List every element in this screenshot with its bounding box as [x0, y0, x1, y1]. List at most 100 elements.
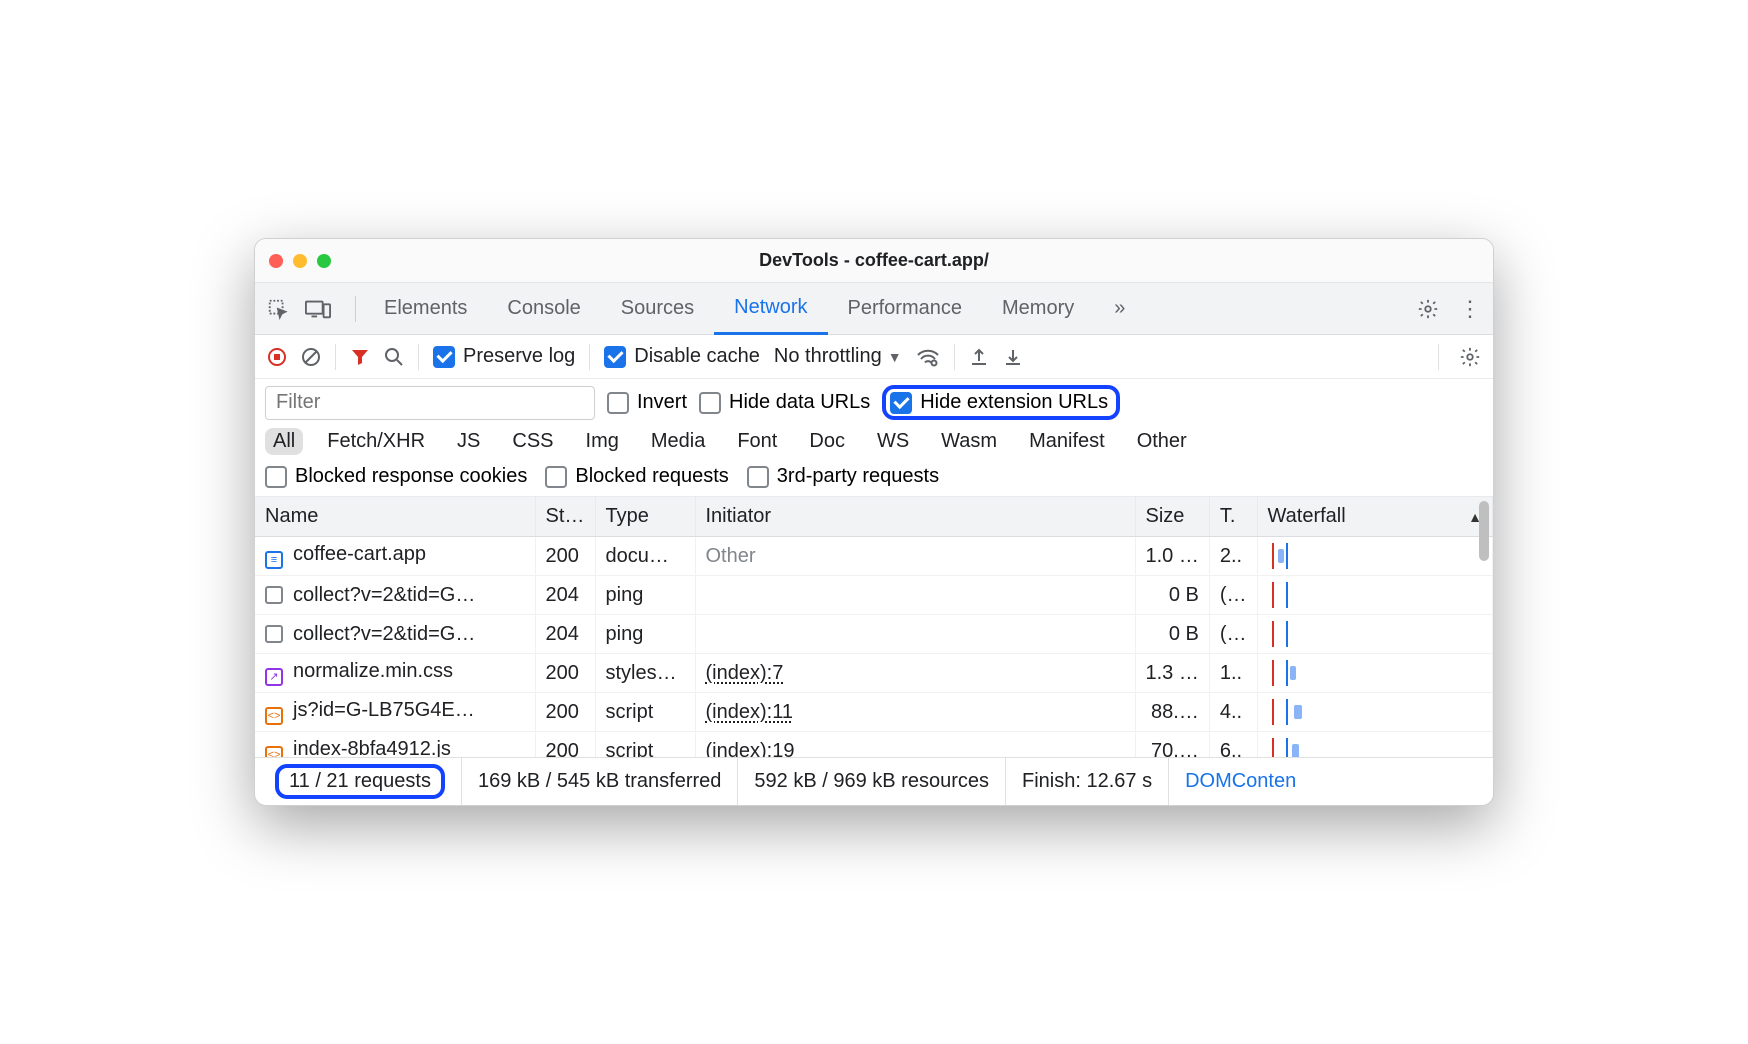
disable-cache-checkbox[interactable]: Disable cache [604, 345, 760, 368]
cell-waterfall [1257, 576, 1492, 615]
filter-wasm[interactable]: Wasm [933, 428, 1005, 455]
import-har-icon[interactable] [1003, 347, 1023, 367]
filter-ws[interactable]: WS [869, 428, 917, 455]
load-line [1286, 660, 1288, 686]
network-conditions-icon[interactable] [916, 347, 940, 367]
status-bar: 11 / 21 requests 169 kB / 545 kB transfe… [255, 757, 1493, 805]
filter-img[interactable]: Img [578, 428, 627, 455]
titlebar: DevTools - coffee-cart.app/ [255, 239, 1493, 283]
file-icon [265, 625, 283, 643]
status-resources: 592 kB / 969 kB resources [738, 758, 1006, 805]
filter-css[interactable]: CSS [504, 428, 561, 455]
panel-settings-icon[interactable] [1459, 346, 1481, 368]
throttling-select[interactable]: No throttling ▼ [774, 345, 902, 368]
traffic-lights [269, 254, 331, 268]
load-line [1286, 738, 1288, 757]
col-size[interactable]: Size [1135, 497, 1209, 537]
cell-status: 200 [535, 654, 595, 693]
hide-extension-urls-checkbox[interactable]: Hide extension URLs [890, 391, 1108, 414]
blocked-cookies-checkbox[interactable]: Blocked response cookies [265, 465, 527, 488]
cell-time: (… [1209, 576, 1257, 615]
devtools-window: DevTools - coffee-cart.app/ Elements Con… [254, 238, 1494, 806]
filter-icon[interactable] [350, 347, 370, 367]
cell-initiator: (index):11 [695, 693, 1135, 732]
cell-size: 88.… [1135, 693, 1209, 732]
hide-data-urls-checkbox[interactable]: Hide data URLs [699, 391, 870, 414]
initiator-link[interactable]: (index):19 [706, 740, 795, 758]
invert-checkbox[interactable]: Invert [607, 391, 687, 414]
table-row[interactable]: ↗normalize.min.css200styles…(index):71.3… [255, 654, 1493, 693]
filter-js[interactable]: JS [449, 428, 488, 455]
checkbox-icon [699, 392, 721, 414]
dcl-line [1272, 582, 1274, 608]
preserve-log-checkbox[interactable]: Preserve log [433, 345, 575, 368]
record-icon[interactable] [267, 347, 287, 367]
filter-media[interactable]: Media [643, 428, 713, 455]
third-party-checkbox[interactable]: 3rd-party requests [747, 465, 939, 488]
cell-status: 200 [535, 537, 595, 576]
col-waterfall[interactable]: Waterfall▲ [1257, 497, 1492, 537]
disable-cache-label: Disable cache [634, 345, 760, 368]
css-icon: ↗ [265, 668, 283, 686]
waterfall-cell [1268, 582, 1482, 608]
tabs-overflow[interactable]: » [1094, 283, 1145, 335]
cell-type: docu… [595, 537, 695, 576]
initiator-link[interactable]: (index):11 [706, 701, 793, 723]
col-time[interactable]: T. [1209, 497, 1257, 537]
filter-font[interactable]: Font [729, 428, 785, 455]
status-requests: 11 / 21 requests [265, 758, 462, 805]
initiator-link[interactable]: (index):7 [706, 662, 784, 684]
hide-extension-urls-highlight: Hide extension URLs [882, 385, 1120, 420]
third-party-label: 3rd-party requests [777, 465, 939, 488]
dcl-line [1272, 738, 1274, 757]
dcl-line [1272, 543, 1274, 569]
throttling-value: No throttling [774, 345, 882, 368]
cell-size: 70.… [1135, 732, 1209, 758]
cell-waterfall [1257, 654, 1492, 693]
filter-doc[interactable]: Doc [801, 428, 853, 455]
filter-all[interactable]: All [265, 428, 303, 455]
tab-elements[interactable]: Elements [364, 283, 487, 335]
cell-waterfall [1257, 732, 1492, 758]
hide-data-label: Hide data URLs [729, 391, 870, 414]
minimize-icon[interactable] [293, 254, 307, 268]
filter-other[interactable]: Other [1129, 428, 1195, 455]
cell-time: 1.. [1209, 654, 1257, 693]
tab-memory[interactable]: Memory [982, 283, 1094, 335]
table-row[interactable]: collect?v=2&tid=G…204ping0 B(… [255, 576, 1493, 615]
filter-fetch[interactable]: Fetch/XHR [319, 428, 433, 455]
table-row[interactable]: ≡coffee-cart.app200docu…Other1.0 …2.. [255, 537, 1493, 576]
col-initiator[interactable]: Initiator [695, 497, 1135, 537]
col-name[interactable]: Name [255, 497, 535, 537]
blocked-requests-checkbox[interactable]: Blocked requests [545, 465, 728, 488]
waterfall-bar [1292, 744, 1299, 757]
filter-input[interactable] [265, 386, 595, 420]
clear-icon[interactable] [301, 347, 321, 367]
tab-console[interactable]: Console [487, 283, 600, 335]
table-row[interactable]: <>index-8bfa4912.js200script(index):1970… [255, 732, 1493, 758]
more-menu-icon[interactable]: ⋮ [1459, 296, 1481, 322]
col-status[interactable]: St… [535, 497, 595, 537]
cell-type: styles… [595, 654, 695, 693]
cell-name: collect?v=2&tid=G… [255, 615, 535, 654]
cell-time: 6.. [1209, 732, 1257, 758]
settings-icon[interactable] [1417, 298, 1439, 320]
tab-performance[interactable]: Performance [828, 283, 983, 335]
tab-sources[interactable]: Sources [601, 283, 714, 335]
export-har-icon[interactable] [969, 347, 989, 367]
device-toggle-icon[interactable] [305, 298, 331, 320]
checkbox-icon [747, 466, 769, 488]
scrollbar-thumb[interactable] [1479, 501, 1489, 561]
cell-status: 200 [535, 732, 595, 758]
hide-extension-urls-label: Hide extension URLs [920, 391, 1108, 414]
col-type[interactable]: Type [595, 497, 695, 537]
inspect-icon[interactable] [267, 298, 289, 320]
filter-manifest[interactable]: Manifest [1021, 428, 1113, 455]
zoom-icon[interactable] [317, 254, 331, 268]
close-icon[interactable] [269, 254, 283, 268]
cell-name: <>index-8bfa4912.js [255, 732, 535, 758]
table-row[interactable]: <>js?id=G-LB75G4E…200script(index):1188.… [255, 693, 1493, 732]
search-icon[interactable] [384, 347, 404, 367]
table-row[interactable]: collect?v=2&tid=G…204ping0 B(… [255, 615, 1493, 654]
tab-network[interactable]: Network [714, 283, 827, 335]
